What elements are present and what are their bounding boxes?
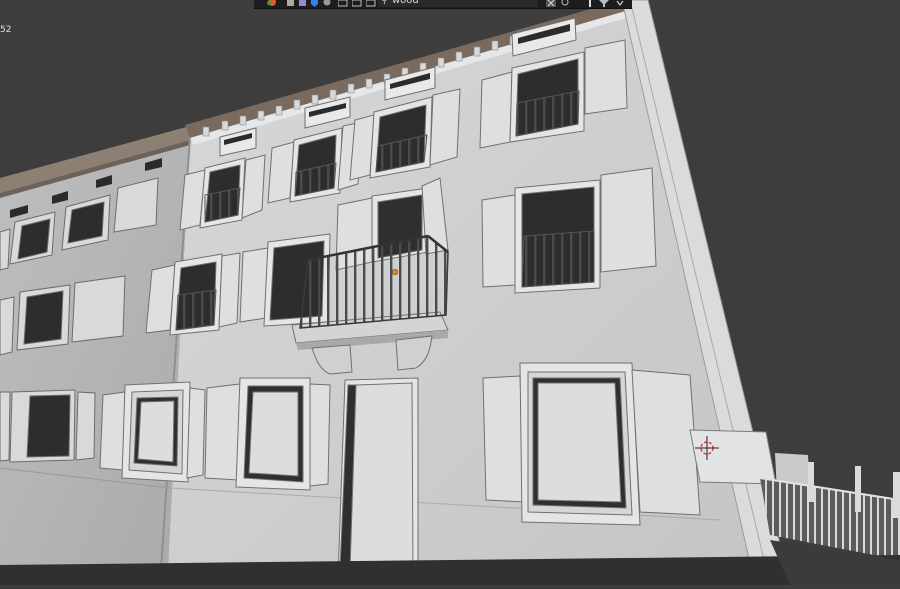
building-model-render [0, 0, 900, 586]
color-palette-icon[interactable] [266, 0, 278, 7]
mesh-icon[interactable] [286, 0, 295, 7]
layers-icon[interactable] [322, 0, 332, 7]
viewport-header-bar [254, 0, 632, 9]
chevron-down-icon[interactable] [616, 0, 624, 7]
search-icon: ⚲ [381, 0, 388, 6]
folder-icon[interactable] [338, 0, 348, 7]
image-icon[interactable] [352, 0, 362, 7]
close-icon[interactable] [546, 0, 556, 7]
search-field-value: wood [392, 0, 419, 6]
3d-cursor-icon[interactable] [695, 436, 719, 460]
material-icon[interactable] [298, 0, 307, 7]
3d-viewport[interactable]: 52 [0, 0, 900, 586]
object-origin-dot [391, 268, 399, 276]
brush-icon[interactable] [366, 0, 376, 7]
filter-icon[interactable] [599, 0, 609, 7]
settings-icon[interactable] [560, 0, 570, 7]
pin-icon[interactable] [586, 0, 594, 7]
shield-icon[interactable] [310, 0, 319, 7]
frame-label: 52 [0, 25, 12, 35]
